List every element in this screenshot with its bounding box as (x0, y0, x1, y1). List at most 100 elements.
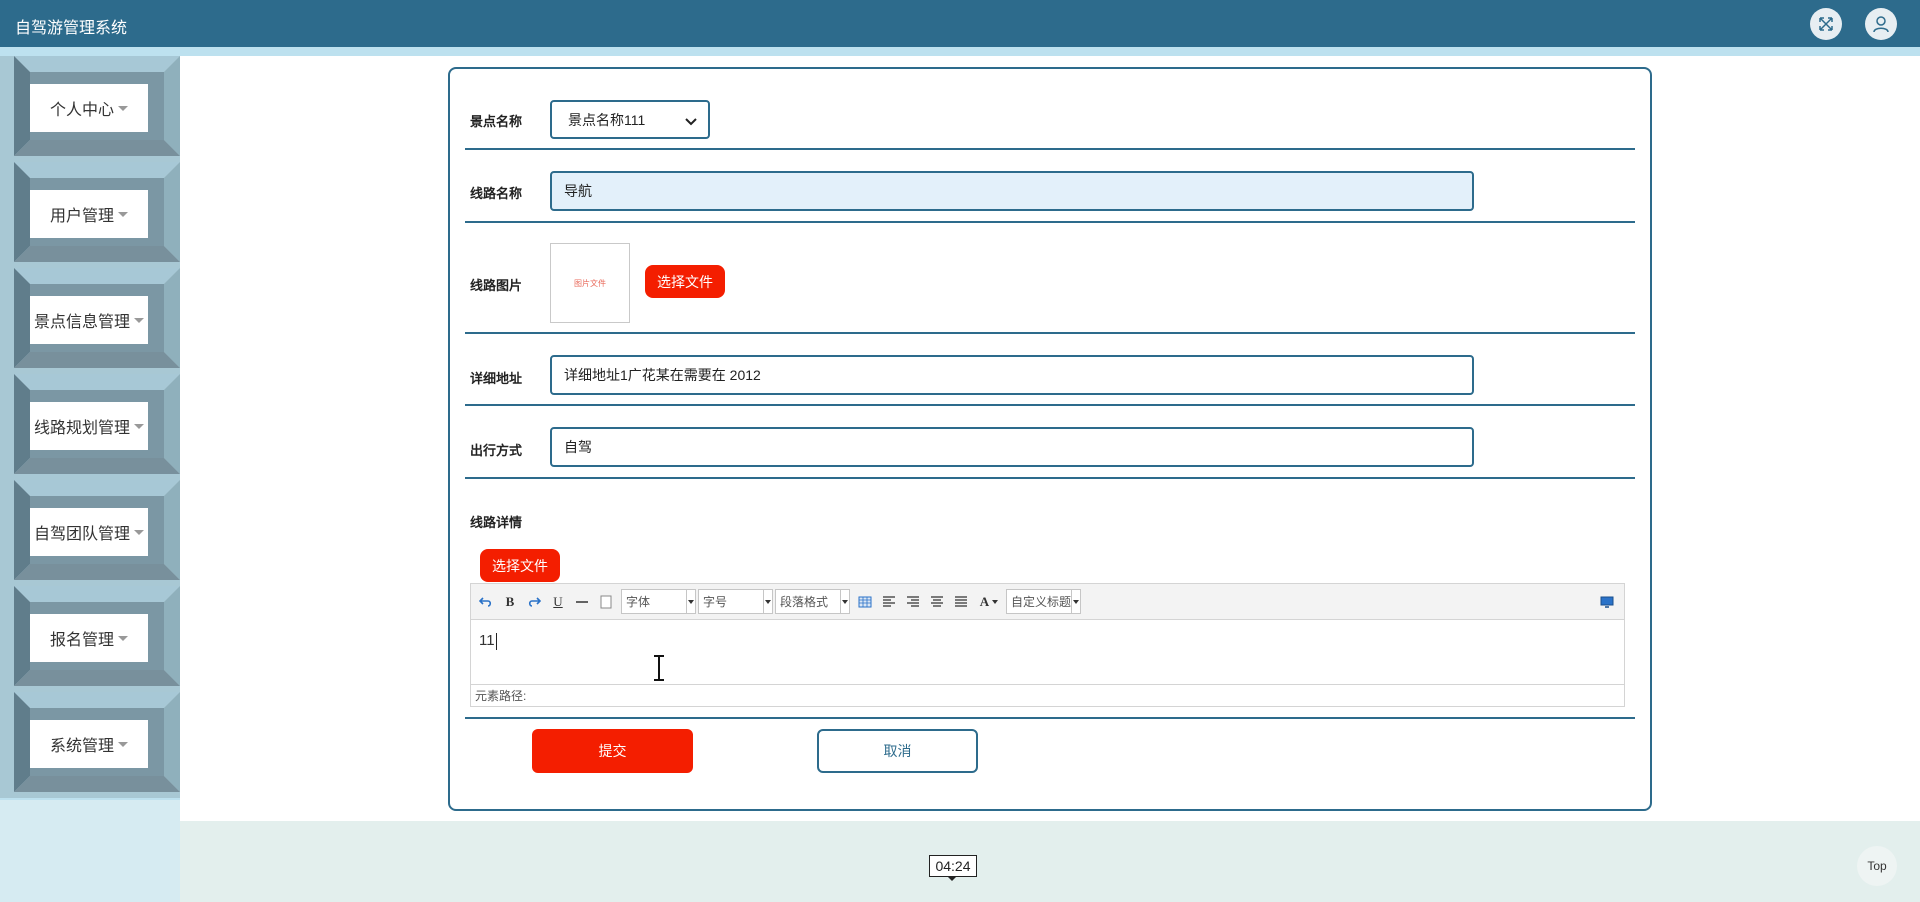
sidebar-item-label: 景点信息管理 (33, 314, 130, 331)
route-name-label: 线路名称 (470, 186, 523, 201)
detail-choose-file-button[interactable]: 选择文件 (480, 549, 560, 582)
font-color-label: A (979, 594, 990, 609)
row-divider (465, 404, 1635, 406)
sidebar-item-box: 线路规划管理 (30, 402, 148, 450)
dropdown-arrow-icon (992, 600, 999, 604)
caret-down-icon (118, 635, 128, 641)
expand-arrows-icon (1819, 17, 1833, 31)
sidebar-item-7[interactable]: 系统管理 (0, 692, 180, 798)
sidebar-item-2[interactable]: 用户管理 (0, 162, 180, 268)
editor-content: 11 (479, 632, 495, 649)
sidebar-item-6[interactable]: 报名管理 (0, 586, 180, 692)
table-icon (858, 596, 872, 608)
sidebar-item-5[interactable]: 自驾团队管理 (0, 480, 180, 586)
sidebar-item-1[interactable]: 个人中心 (0, 56, 180, 162)
redo-button[interactable] (525, 593, 543, 611)
user-icon (1873, 16, 1889, 33)
sidebar-item-box: 报名管理 (30, 614, 148, 662)
travel-mode-label: 出行方式 (470, 443, 523, 458)
undo-icon (479, 597, 492, 607)
footer-area (180, 821, 1920, 902)
align-justify-button[interactable] (952, 593, 970, 611)
sidebar-item-label: 用户管理 (49, 208, 114, 225)
route-name-input[interactable]: 导航 (550, 171, 1474, 211)
sidebar-item-label: 报名管理 (49, 632, 114, 649)
submit-button[interactable]: 提交 (532, 729, 693, 773)
custom-heading-select[interactable]: 自定义标题 (1006, 589, 1081, 614)
caret-down-icon (118, 211, 128, 217)
undo-button[interactable] (477, 593, 495, 611)
font-color-button[interactable]: A (976, 593, 1002, 611)
scenic-name-select[interactable]: 景点名称111 (550, 100, 710, 139)
row-divider (465, 148, 1635, 150)
caret-down-icon (134, 529, 144, 535)
dropdown-arrow-icon (763, 590, 772, 613)
text-cursor-icon (654, 655, 664, 681)
address-value: 详细地址1广花某在需要在 2012 (564, 367, 761, 383)
text-caret (495, 632, 497, 650)
dropdown-arrow-icon (686, 590, 695, 613)
bold-button[interactable]: B (501, 593, 519, 611)
top-header: 自驾游管理系统 (0, 0, 1920, 47)
dropdown-arrow-icon (840, 590, 849, 613)
sidebar-item-box: 个人中心 (30, 84, 148, 132)
align-right-button[interactable] (904, 593, 922, 611)
user-button[interactable] (1865, 8, 1897, 40)
row-divider (465, 477, 1635, 479)
align-left-button[interactable] (880, 593, 898, 611)
sidebar-item-3[interactable]: 景点信息管理 (0, 268, 180, 374)
document-icon (600, 595, 612, 609)
route-name-value: 导航 (564, 183, 592, 199)
timer-badge: 04:24 (929, 855, 977, 877)
dropdown-arrow-icon (1071, 590, 1080, 613)
row-divider (465, 332, 1635, 334)
choose-file-button[interactable]: 选择文件 (645, 265, 725, 298)
font-family-label: 字体 (626, 595, 651, 609)
sidebar-item-4[interactable]: 线路规划管理 (0, 374, 180, 480)
element-path-label: 元素路径: (475, 689, 527, 703)
paragraph-format-select[interactable]: 段落格式 (775, 589, 850, 614)
font-family-select[interactable]: 字体 (621, 589, 696, 614)
paragraph-format-label: 段落格式 (780, 595, 829, 609)
custom-heading-label: 自定义标题 (1011, 595, 1071, 609)
row-divider (465, 221, 1635, 223)
element-path-bar: 元素路径: (471, 684, 1624, 706)
travel-mode-input[interactable]: 自驾 (550, 427, 1474, 467)
timer-pointer (947, 876, 957, 881)
address-label: 详细地址 (470, 371, 523, 386)
sidebar-item-label: 自驾团队管理 (33, 526, 130, 543)
insert-table-button[interactable] (856, 593, 874, 611)
paste-plain-button[interactable] (597, 593, 615, 611)
row-divider (465, 717, 1635, 719)
fullscreen-editor-button[interactable] (1598, 593, 1616, 611)
align-center-icon (931, 596, 943, 607)
underline-button[interactable]: U (549, 593, 567, 611)
align-right-icon (907, 596, 919, 607)
rich-text-editor: B U 字体 字号 段落格式 A 自定义标题 11 元素路径: (470, 583, 1625, 707)
route-image-thumbnail[interactable]: 图片文件 (550, 243, 630, 323)
caret-down-icon (134, 423, 144, 429)
align-center-button[interactable] (928, 593, 946, 611)
header-strip (0, 47, 1920, 56)
app-title: 自驾游管理系统 (15, 20, 128, 37)
align-left-icon (883, 596, 895, 607)
fullscreen-button[interactable] (1810, 8, 1842, 40)
cancel-button[interactable]: 取消 (817, 729, 978, 773)
sidebar-item-label: 线路规划管理 (33, 420, 130, 437)
caret-down-icon (134, 317, 144, 323)
horizontal-rule-icon (576, 601, 588, 603)
font-size-select[interactable]: 字号 (698, 589, 773, 614)
horizontal-rule-button[interactable] (573, 593, 591, 611)
caret-down-icon (118, 741, 128, 747)
editor-content-area[interactable]: 11 (471, 620, 1624, 684)
sidebar-item-box: 景点信息管理 (30, 296, 148, 344)
sidebar-footer-area (0, 800, 180, 902)
address-input[interactable]: 详细地址1广花某在需要在 2012 (550, 355, 1474, 395)
align-justify-icon (955, 596, 967, 607)
scenic-name-value: 景点名称111 (568, 111, 646, 128)
route-image-label: 线路图片 (470, 278, 523, 293)
sidebar-item-label: 系统管理 (49, 738, 114, 755)
back-to-top-button[interactable]: Top (1857, 846, 1897, 886)
scenic-name-label: 景点名称 (470, 114, 523, 129)
sidebar-item-label: 个人中心 (49, 102, 114, 119)
